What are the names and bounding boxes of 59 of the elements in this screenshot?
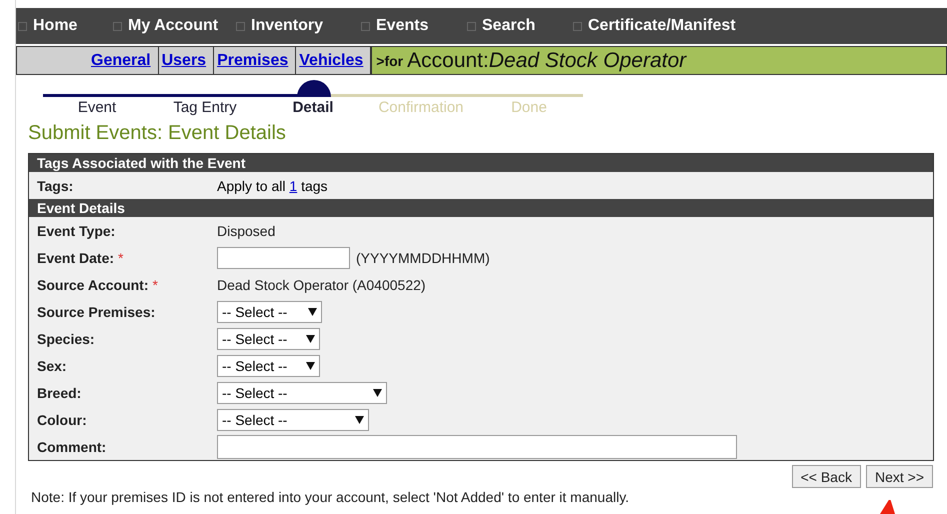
field-value: Disposed [217, 222, 276, 238]
note-text: Note: If your premises ID is not entered into your account, select 'Not Added' to enter it manually. [31, 489, 630, 505]
section-heading: Tags Associated with the Event [29, 154, 933, 172]
dropdown-arrow-icon [308, 308, 317, 316]
annotation-arrow-icon [880, 500, 895, 514]
next-button[interactable]: Next >> [866, 465, 933, 488]
section-heading: Event Details [29, 199, 933, 217]
field-label: Source Premises: [37, 304, 156, 320]
square-icon [236, 22, 245, 30]
square-icon [573, 22, 582, 30]
step-label: Tag Entry [173, 99, 237, 118]
nav-link[interactable]: Events [359, 17, 465, 35]
nav-link[interactable]: Inventory [234, 17, 359, 35]
step-label: Detail [292, 99, 334, 118]
field-value: Dead Stock Operator (A0400522) [217, 276, 427, 292]
field-label: Event Date: [37, 250, 114, 266]
date-field[interactable] [217, 246, 350, 268]
account-label: Account:Dead Stock Operator [407, 48, 686, 72]
tag-count-link[interactable]: 1 [289, 178, 298, 194]
field-label: Species: [37, 330, 95, 346]
current-step-marker [297, 80, 331, 97]
field-label: Comment: [37, 438, 106, 454]
step-label: Done [511, 99, 547, 118]
select-dropdown[interactable]: -- Select -- [217, 408, 369, 430]
select-dropdown[interactable]: -- Select -- [217, 300, 322, 322]
comment-field[interactable] [217, 434, 737, 458]
nav-link[interactable]: Home [16, 17, 111, 35]
step-label: Confirmation [378, 99, 464, 118]
for-label: >for [376, 52, 404, 68]
back-button[interactable]: << Back [792, 465, 861, 488]
nav-link[interactable]: Search [465, 17, 571, 35]
square-icon [361, 22, 370, 30]
square-icon [467, 22, 476, 30]
field-label: Event Type: [37, 222, 116, 238]
field-label: Colour: [37, 412, 87, 428]
subnav-link[interactable]: Users [158, 47, 214, 74]
square-icon [18, 22, 27, 30]
date-format-hint: (YYYYMMDDHHMM) [356, 250, 490, 266]
field-label: Breed: [37, 384, 82, 400]
subnav-link[interactable]: Premises [214, 47, 296, 74]
field-label: Sex: [37, 358, 67, 374]
dropdown-arrow-icon [355, 416, 364, 424]
nav-link[interactable]: Certificate/Manifest [571, 17, 947, 35]
square-icon [113, 22, 122, 30]
required-mark: * [118, 250, 124, 266]
step-label: Event [78, 99, 116, 118]
field-label: Source Account: [37, 276, 148, 292]
select-dropdown[interactable]: -- Select -- [217, 382, 387, 404]
subnav-link[interactable]: General [89, 47, 159, 74]
page-title: Submit Events: Event Details [28, 122, 287, 145]
nav-link[interactable]: My Account [111, 17, 234, 35]
dropdown-arrow-icon [306, 334, 315, 342]
select-dropdown[interactable]: -- Select -- [217, 328, 320, 350]
field-label: Tags: [37, 178, 74, 194]
tags-text: Apply to all 1 tags [217, 178, 329, 194]
dropdown-arrow-icon [306, 362, 315, 370]
required-mark: * [152, 276, 158, 292]
dropdown-arrow-icon [373, 388, 382, 396]
select-dropdown[interactable]: -- Select -- [217, 354, 320, 376]
